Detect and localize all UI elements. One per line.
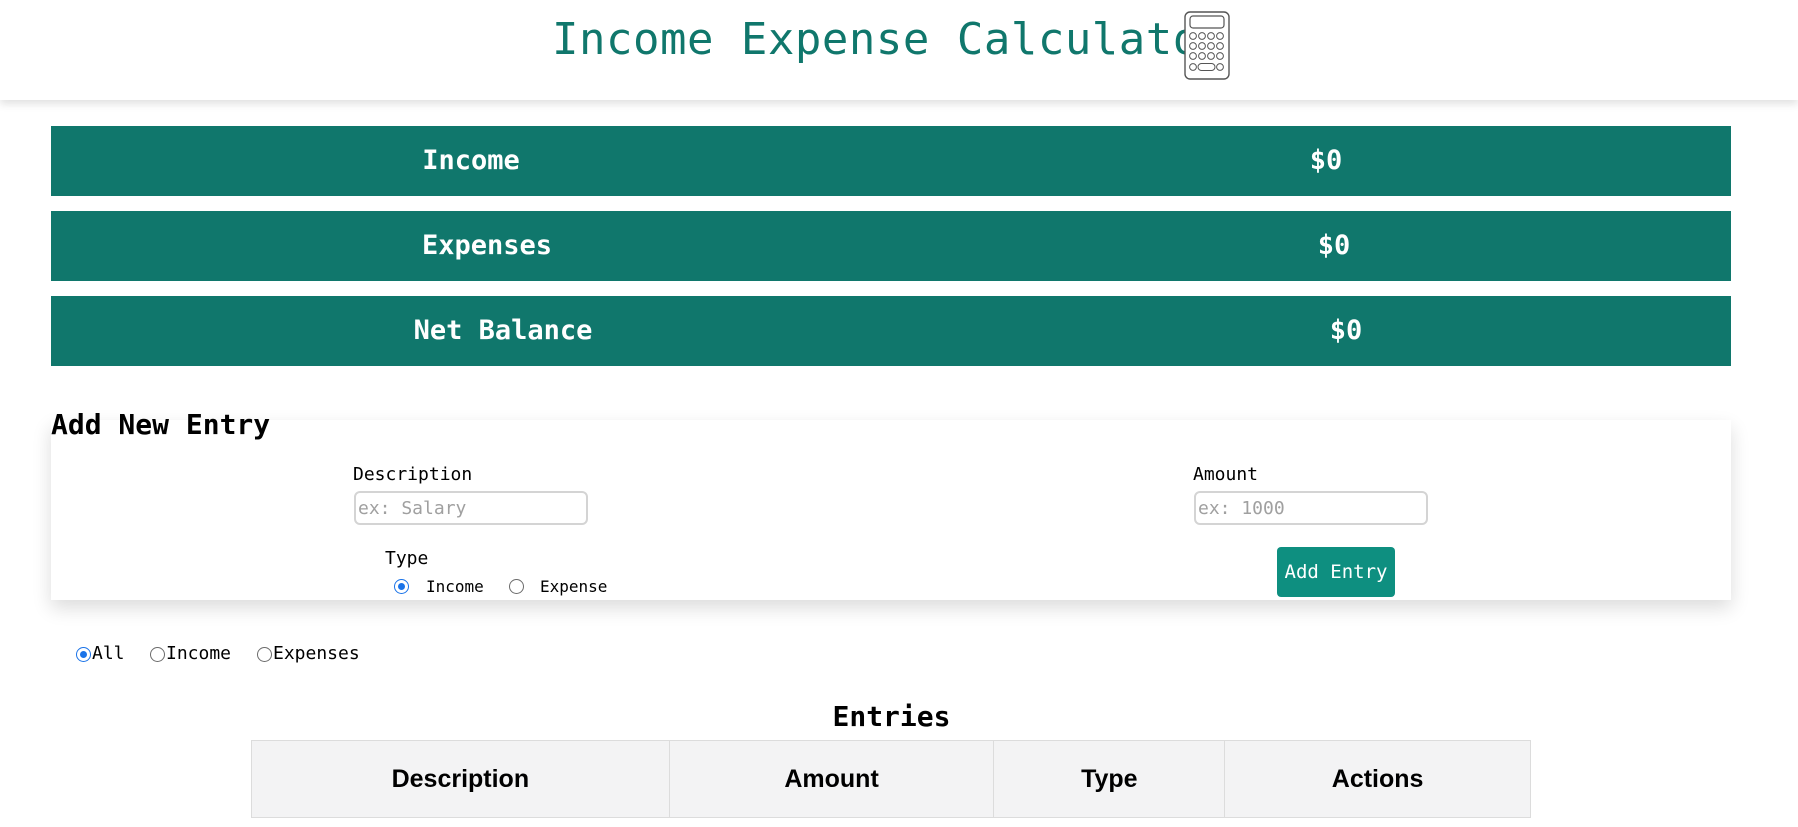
expenses-summary: Expenses $0 [51, 211, 1731, 281]
description-label: Description [353, 464, 473, 485]
filter-all-radio[interactable] [76, 647, 91, 662]
expenses-value: $0 [1317, 230, 1351, 261]
app-header: Income Expense Calculator [0, 0, 1798, 100]
type-income-radio[interactable] [394, 579, 409, 594]
entries-header-row: Description Amount Type Actions [251, 740, 1531, 818]
income-value: $0 [1309, 145, 1343, 176]
app-title: Income Expense Calculator [552, 14, 1227, 65]
description-input[interactable] [354, 491, 588, 525]
income-summary: Income $0 [51, 126, 1731, 196]
net-balance-value: $0 [1329, 315, 1363, 346]
type-label: Type [385, 548, 429, 569]
add-entry-button[interactable]: Add Entry [1277, 547, 1395, 597]
entries-title: Entries [832, 700, 951, 733]
type-income-label: Income [426, 577, 484, 596]
add-entry-form [51, 420, 1731, 600]
income-label: Income [422, 145, 520, 176]
filter-income-radio[interactable] [150, 647, 165, 662]
column-header-type: Type [993, 740, 1226, 818]
type-expense-label: Expense [540, 577, 608, 596]
filter-all-label: All [92, 643, 125, 664]
entries-table: Description Amount Type Actions [251, 740, 1531, 818]
type-expense-radio[interactable] [509, 579, 524, 594]
calculator-icon [1184, 11, 1230, 80]
expenses-label: Expenses [421, 230, 553, 261]
filter-expenses-radio[interactable] [257, 647, 272, 662]
net-balance-label: Net Balance [413, 315, 593, 346]
column-header-description: Description [251, 740, 670, 818]
column-header-amount: Amount [668, 740, 995, 818]
add-entry-title: Add New Entry [51, 408, 271, 441]
amount-input[interactable] [1194, 491, 1428, 525]
filter-expenses-label: Expenses [273, 643, 360, 664]
net-balance-summary: Net Balance $0 [51, 296, 1731, 366]
filter-income-label: Income [166, 643, 232, 664]
column-header-actions: Actions [1224, 740, 1531, 818]
amount-label: Amount [1193, 464, 1259, 485]
